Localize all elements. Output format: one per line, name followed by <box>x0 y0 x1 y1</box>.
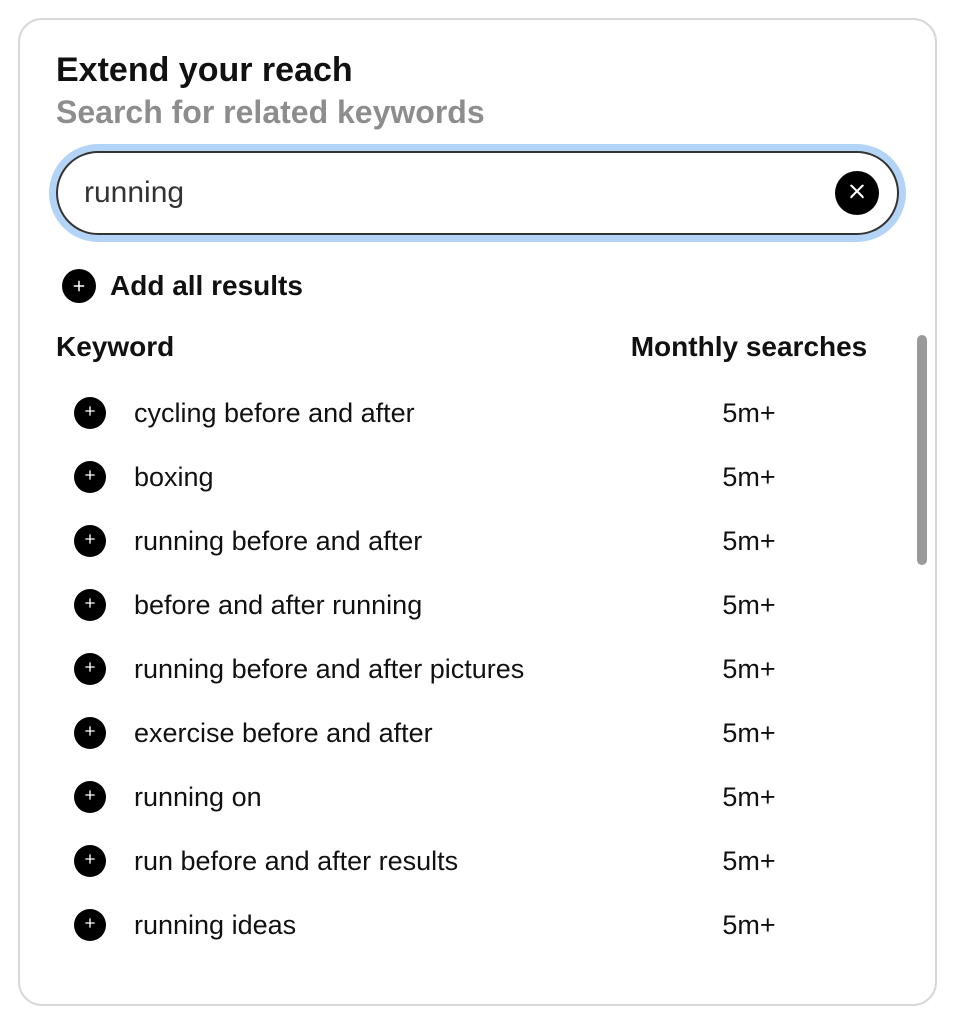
table-row: running ideas5m+ <box>56 893 899 957</box>
keyword-label: cycling before and after <box>134 398 599 429</box>
add-all-results-button[interactable]: Add all results <box>56 269 899 303</box>
monthly-searches-value: 5m+ <box>599 526 899 557</box>
plus-icon <box>82 723 98 744</box>
keyword-reach-panel: Extend your reach Search for related key… <box>18 18 937 1006</box>
page-title: Extend your reach <box>56 50 899 91</box>
monthly-searches-value: 5m+ <box>599 590 899 621</box>
monthly-searches-value: 5m+ <box>599 398 899 429</box>
table-row: running on5m+ <box>56 765 899 829</box>
plus-icon <box>82 659 98 680</box>
monthly-searches-value: 5m+ <box>599 846 899 877</box>
add-keyword-button[interactable] <box>74 397 106 429</box>
keyword-label: running before and after pictures <box>134 654 599 685</box>
table-row: running before and after5m+ <box>56 509 899 573</box>
table-row: boxing5m+ <box>56 445 899 509</box>
table-row: before and after running5m+ <box>56 573 899 637</box>
search-field[interactable] <box>56 151 899 235</box>
page-subtitle: Search for related keywords <box>56 93 899 131</box>
add-keyword-button[interactable] <box>74 717 106 749</box>
keyword-label: running ideas <box>134 910 599 941</box>
scrollbar[interactable] <box>917 335 927 565</box>
keyword-label: exercise before and after <box>134 718 599 749</box>
plus-icon <box>82 787 98 808</box>
keyword-label: running on <box>134 782 599 813</box>
add-keyword-button[interactable] <box>74 845 106 877</box>
plus-icon <box>82 531 98 552</box>
monthly-searches-value: 5m+ <box>599 654 899 685</box>
monthly-searches-value: 5m+ <box>599 718 899 749</box>
table-body: cycling before and after5m+boxing5m+runn… <box>56 381 899 957</box>
add-keyword-button[interactable] <box>74 525 106 557</box>
plus-icon <box>82 595 98 616</box>
column-header-keyword: Keyword <box>56 331 599 363</box>
table-row: cycling before and after5m+ <box>56 381 899 445</box>
plus-icon <box>62 269 96 303</box>
plus-icon <box>82 851 98 872</box>
search-input[interactable] <box>84 176 835 210</box>
add-keyword-button[interactable] <box>74 589 106 621</box>
table-row: exercise before and after5m+ <box>56 701 899 765</box>
keyword-label: running before and after <box>134 526 599 557</box>
monthly-searches-value: 5m+ <box>599 782 899 813</box>
add-keyword-button[interactable] <box>74 653 106 685</box>
column-header-monthly-searches: Monthly searches <box>599 331 899 363</box>
clear-search-button[interactable] <box>835 171 879 215</box>
add-all-label: Add all results <box>110 270 303 302</box>
plus-icon <box>82 915 98 936</box>
add-keyword-button[interactable] <box>74 781 106 813</box>
close-icon <box>846 180 868 207</box>
add-keyword-button[interactable] <box>74 909 106 941</box>
add-keyword-button[interactable] <box>74 461 106 493</box>
keyword-label: boxing <box>134 462 599 493</box>
table-header: Keyword Monthly searches <box>56 331 899 373</box>
keyword-label: run before and after results <box>134 846 599 877</box>
table-row: run before and after results5m+ <box>56 829 899 893</box>
monthly-searches-value: 5m+ <box>599 910 899 941</box>
monthly-searches-value: 5m+ <box>599 462 899 493</box>
keyword-label: before and after running <box>134 590 599 621</box>
search-container <box>56 151 899 235</box>
plus-icon <box>82 467 98 488</box>
table-row: running before and after pictures5m+ <box>56 637 899 701</box>
plus-icon <box>82 403 98 424</box>
keyword-table: Keyword Monthly searches cycling before … <box>56 331 899 957</box>
